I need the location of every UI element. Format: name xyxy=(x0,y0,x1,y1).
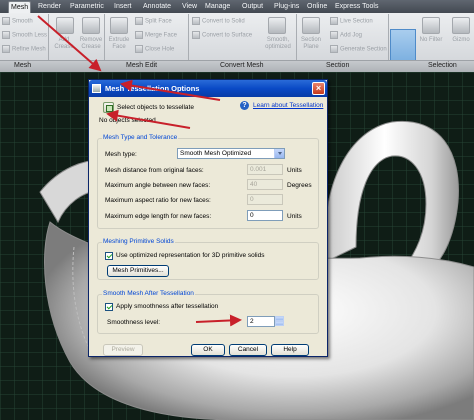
smooth-icon xyxy=(2,17,10,25)
edge-length-label: Maximum edge length for new faces: xyxy=(105,213,212,220)
gizmo-label: Gizmo xyxy=(452,37,470,43)
remove-crease-label: Remove Crease xyxy=(79,37,103,50)
aspect-label: Maximum aspect ratio for new faces: xyxy=(105,197,211,204)
tab-mesh[interactable]: Mesh xyxy=(8,1,32,13)
mesh-type-select[interactable]: Smooth Mesh Optimized xyxy=(177,148,285,159)
split-face-icon xyxy=(135,17,143,25)
tab-parametric[interactable]: Parametric xyxy=(68,1,106,13)
tab-render[interactable]: Render xyxy=(36,1,63,13)
dialog-title-bar[interactable]: Mesh Tessellation Options xyxy=(89,80,327,97)
remove-crease-icon[interactable] xyxy=(82,17,100,34)
help-icon[interactable]: ? xyxy=(240,101,249,110)
no-filter-label: No Filter xyxy=(419,37,443,43)
select-objects-button[interactable] xyxy=(103,102,114,113)
gizmo-icon[interactable] xyxy=(452,17,470,34)
tab-annotate[interactable]: Annotate xyxy=(141,1,173,13)
aspect-field[interactable]: 0 xyxy=(247,194,283,205)
convert-to-surface-button[interactable]: Convert to Surface xyxy=(192,31,252,39)
angle-unit: Degrees xyxy=(287,182,312,189)
distance-unit: Units xyxy=(287,167,302,174)
mesh-type-label: Mesh type: xyxy=(105,151,137,158)
smoothness-spinner[interactable] xyxy=(275,316,284,327)
panel-label-section[interactable]: Section xyxy=(326,62,349,69)
edge-length-field[interactable]: 0 xyxy=(247,210,283,221)
smoothness-level-field[interactable]: 2 xyxy=(247,316,275,327)
merge-face-button[interactable]: Merge Face xyxy=(135,31,177,39)
split-face-button[interactable]: Split Face xyxy=(135,17,172,25)
convert-to-solid-icon xyxy=(192,17,200,25)
spin-down-icon[interactable] xyxy=(275,321,284,326)
refine-mesh-button[interactable]: Refine Mesh xyxy=(2,45,46,53)
mesh-type-group-title: Mesh Type and Tolerance xyxy=(102,134,179,141)
smoothness-level-label: Smoothness level: xyxy=(107,319,161,326)
smooth-mesh-group xyxy=(97,294,319,334)
ribbon-panel-labels: Mesh Mesh Edit Convert Mesh Section Sele… xyxy=(0,60,474,72)
angle-field[interactable]: 40 xyxy=(247,179,283,190)
smooth-less-button[interactable]: Smooth Less xyxy=(2,31,47,39)
tab-output[interactable]: Output xyxy=(240,1,265,13)
no-filter-icon[interactable] xyxy=(422,17,440,34)
close-button[interactable]: × xyxy=(312,82,325,95)
mesh-tessellation-dialog: Mesh Tessellation Options × Select objec… xyxy=(88,79,328,357)
chevron-down-icon[interactable] xyxy=(274,149,284,158)
distance-field[interactable]: 0.001 xyxy=(247,164,283,175)
section-plane-label: Section Plane xyxy=(300,37,321,50)
select-objects-label: Select objects to tessellate xyxy=(117,104,194,111)
ribbon-panels: Smooth Smooth Less Refine Mesh Add Creas… xyxy=(0,13,474,71)
merge-face-icon xyxy=(135,31,143,39)
tab-view[interactable]: View xyxy=(180,1,199,13)
angle-label: Maximum angle between new faces: xyxy=(105,182,211,189)
panel-label-convert-mesh[interactable]: Convert Mesh xyxy=(220,62,264,69)
section-plane-icon[interactable] xyxy=(302,17,320,34)
extrude-face-label: Extrude Face xyxy=(108,37,130,50)
tab-manage[interactable]: Manage xyxy=(203,1,232,13)
add-crease-icon[interactable] xyxy=(56,17,74,34)
panel-label-mesh-edit[interactable]: Mesh Edit xyxy=(126,62,157,69)
generate-section-icon xyxy=(330,45,338,53)
apply-smoothness-label: Apply smoothness after tessellation xyxy=(116,303,219,310)
smooth-less-icon xyxy=(2,31,10,39)
smooth-mesh-group-title: Smooth Mesh After Tessellation xyxy=(102,290,195,297)
ribbon: Mesh Render Parametric Insert Annotate V… xyxy=(0,0,474,79)
learn-tessellation-link[interactable]: Learn about Tessellation xyxy=(253,102,323,109)
smooth-button[interactable]: Smooth xyxy=(2,17,33,25)
add-crease-label: Add Crease xyxy=(54,37,74,50)
panel-label-selection[interactable]: Selection xyxy=(428,62,457,69)
dialog-title: Mesh Tessellation Options xyxy=(105,84,200,93)
tab-express-tools[interactable]: Express Tools xyxy=(333,1,380,13)
app-icon xyxy=(92,84,101,93)
tab-online[interactable]: Online xyxy=(305,1,329,13)
tab-insert[interactable]: Insert xyxy=(112,1,134,13)
mesh-primitives-button[interactable]: Mesh Primitives... xyxy=(107,265,169,277)
live-section-icon xyxy=(330,17,338,25)
smooth-optimized-icon[interactable] xyxy=(268,17,286,34)
ok-button[interactable]: OK xyxy=(191,344,225,356)
refine-mesh-icon xyxy=(2,45,10,53)
help-button[interactable]: Help xyxy=(271,344,309,356)
convert-to-solid-button[interactable]: Convert to Solid xyxy=(192,17,245,25)
apply-smoothness-checkbox[interactable] xyxy=(105,303,113,311)
close-hole-icon xyxy=(135,45,143,53)
distance-label: Mesh distance from original faces: xyxy=(105,167,204,174)
optimized-representation-checkbox[interactable] xyxy=(105,252,113,260)
close-hole-button[interactable]: Close Hole xyxy=(135,45,174,53)
preview-button[interactable]: Preview xyxy=(103,344,143,356)
live-section-button[interactable]: Live Section xyxy=(330,17,373,25)
cancel-button[interactable]: Cancel xyxy=(229,344,267,356)
add-jog-button[interactable]: Add Jog xyxy=(330,31,362,39)
convert-to-surface-icon xyxy=(192,31,200,39)
edge-length-unit: Units xyxy=(287,213,302,220)
generate-section-button[interactable]: Generate Section xyxy=(330,45,387,53)
no-objects-text: No objects selected xyxy=(99,117,156,124)
tab-plugins[interactable]: Plug-ins xyxy=(272,1,301,13)
add-jog-icon xyxy=(330,31,338,39)
optimized-representation-label: Use optimized representation for 3D prim… xyxy=(116,252,265,259)
panel-label-mesh[interactable]: Mesh xyxy=(14,62,31,69)
extrude-face-icon[interactable] xyxy=(110,17,128,34)
smooth-optimized-label: Smooth, optimized xyxy=(265,37,291,50)
ribbon-tab-bar: Mesh Render Parametric Insert Annotate V… xyxy=(0,0,474,13)
primitive-solids-group-title: Meshing Primitive Solids xyxy=(102,238,175,245)
